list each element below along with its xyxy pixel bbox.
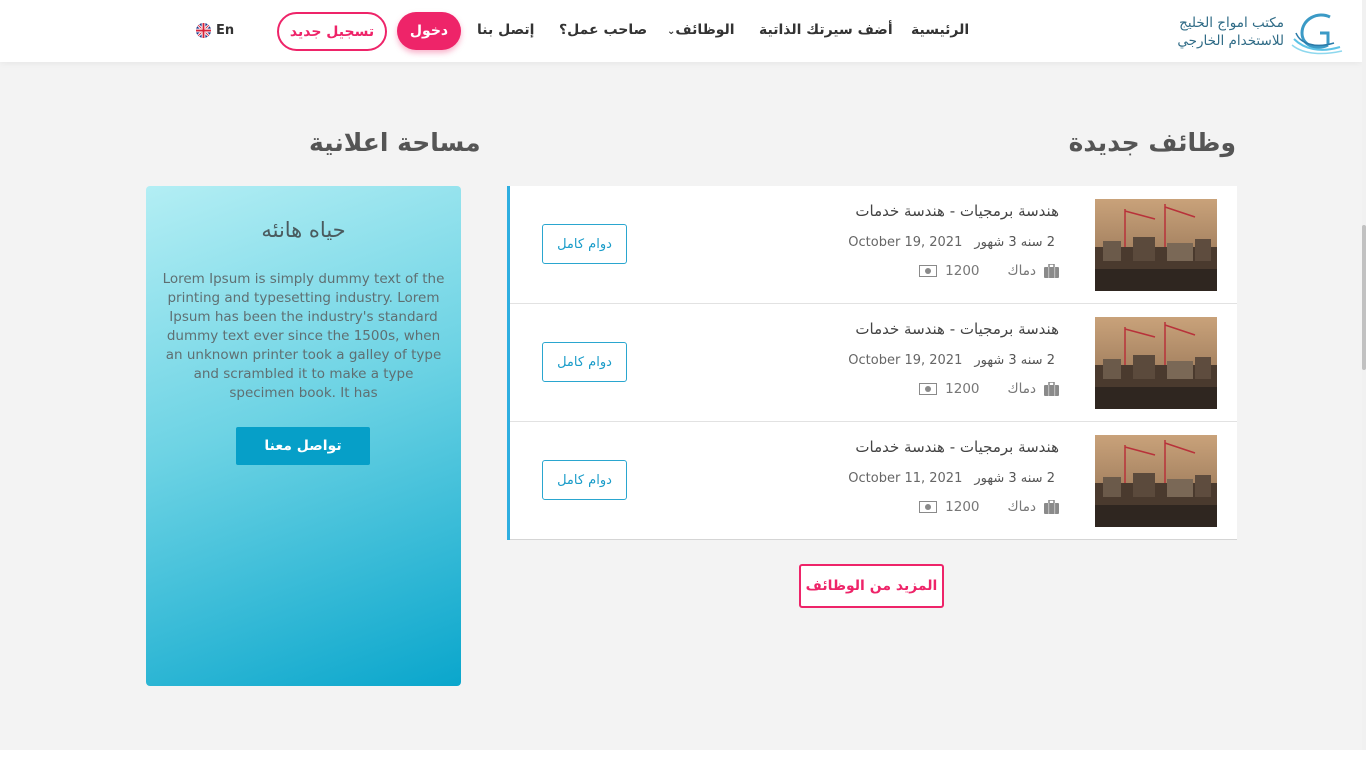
job-title[interactable]: هندسة برمجيات - هندسة خدمات <box>855 320 1059 338</box>
briefcase-icon <box>1044 382 1059 396</box>
job-thumbnail <box>1095 199 1217 291</box>
job-thumbnail <box>1095 435 1217 527</box>
job-list: هندسة برمجيات - هندسة خدمات 2 سنه 3 شهور… <box>507 186 1237 540</box>
job-location: دماك <box>1007 499 1036 515</box>
job-info: دماك 1200 <box>911 263 1059 279</box>
more-jobs-button[interactable]: المزيد من الوظائف <box>799 564 944 608</box>
job-date: October 19, 2021 <box>848 353 963 368</box>
job-experience: 2 سنه 3 شهور <box>974 353 1055 368</box>
nav-jobs-dropdown[interactable]: ⌄الوظائف <box>663 22 735 38</box>
nav-add-cv[interactable]: أضف سيرتك الذاتية <box>759 22 893 38</box>
job-salary: 1200 <box>945 499 980 515</box>
job-location: دماك <box>1007 263 1036 279</box>
job-salary: 1200 <box>945 381 980 397</box>
briefcase-icon <box>1044 264 1059 278</box>
logo-line-2: للاستخدام الخارجي <box>1177 33 1284 49</box>
ad-card-title: حياه هانئه <box>261 218 346 242</box>
job-salary: 1200 <box>945 263 980 279</box>
uk-flag-icon <box>196 23 211 38</box>
scrollbar-track[interactable] <box>1362 0 1366 750</box>
site-header: مكتب امواج الخليج للاستخدام الخارجي الرئ… <box>0 0 1362 62</box>
jobs-section-title: وظائف جديدة <box>1068 128 1236 157</box>
job-type-button[interactable]: دوام كامل <box>542 460 627 500</box>
job-card[interactable]: هندسة برمجيات - هندسة خدمات 2 سنه 3 شهور… <box>510 186 1237 304</box>
job-experience: 2 سنه 3 شهور <box>974 235 1055 250</box>
contact-us-button[interactable]: تواصل معنا <box>236 427 370 465</box>
job-card[interactable]: هندسة برمجيات - هندسة خدمات 2 سنه 3 شهور… <box>510 422 1237 540</box>
ad-section-title: مساحة اعلانية <box>309 128 481 157</box>
job-date: October 11, 2021 <box>848 471 963 486</box>
register-button[interactable]: تسجيل جديد <box>277 12 387 51</box>
logo-text: مكتب امواج الخليج للاستخدام الخارجي <box>1177 14 1284 50</box>
job-date: October 19, 2021 <box>848 235 963 250</box>
job-meta: 2 سنه 3 شهور October 11, 2021 <box>848 471 1055 486</box>
job-title[interactable]: هندسة برمجيات - هندسة خدمات <box>855 202 1059 220</box>
nav-employer[interactable]: صاحب عمل؟ <box>559 22 647 38</box>
job-meta: 2 سنه 3 شهور October 19, 2021 <box>848 235 1055 250</box>
nav-contact[interactable]: إتصل بنا <box>477 22 534 38</box>
job-type-button[interactable]: دوام كامل <box>542 342 627 382</box>
language-switch[interactable]: En <box>196 23 234 38</box>
logo-line-1: مكتب امواج الخليج <box>1179 15 1284 31</box>
job-thumbnail <box>1095 317 1217 409</box>
briefcase-icon <box>1044 500 1059 514</box>
language-label: En <box>216 23 235 38</box>
job-title[interactable]: هندسة برمجيات - هندسة خدمات <box>855 438 1059 456</box>
ad-card: حياه هانئه Lorem Ipsum is simply dummy t… <box>146 186 461 686</box>
footer-strip <box>0 750 1366 768</box>
site-logo[interactable]: مكتب امواج الخليج للاستخدام الخارجي <box>1164 8 1344 56</box>
job-info: دماك 1200 <box>911 381 1059 397</box>
scrollbar-thumb[interactable] <box>1362 225 1366 370</box>
job-info: دماك 1200 <box>911 499 1059 515</box>
job-card[interactable]: هندسة برمجيات - هندسة خدمات 2 سنه 3 شهور… <box>510 304 1237 422</box>
cash-icon <box>919 501 938 513</box>
job-experience: 2 سنه 3 شهور <box>974 471 1055 486</box>
cash-icon <box>919 265 938 277</box>
job-meta: 2 سنه 3 شهور October 19, 2021 <box>848 353 1055 368</box>
nav-jobs-label: الوظائف <box>675 22 735 38</box>
job-type-button[interactable]: دوام كامل <box>542 224 627 264</box>
login-button[interactable]: دخول <box>397 12 461 50</box>
cash-icon <box>919 383 938 395</box>
ad-card-text: Lorem Ipsum is simply dummy text of the … <box>162 271 445 401</box>
nav-home[interactable]: الرئيسية <box>911 22 969 38</box>
wave-logo-icon <box>1291 13 1343 55</box>
job-location: دماك <box>1007 381 1036 397</box>
